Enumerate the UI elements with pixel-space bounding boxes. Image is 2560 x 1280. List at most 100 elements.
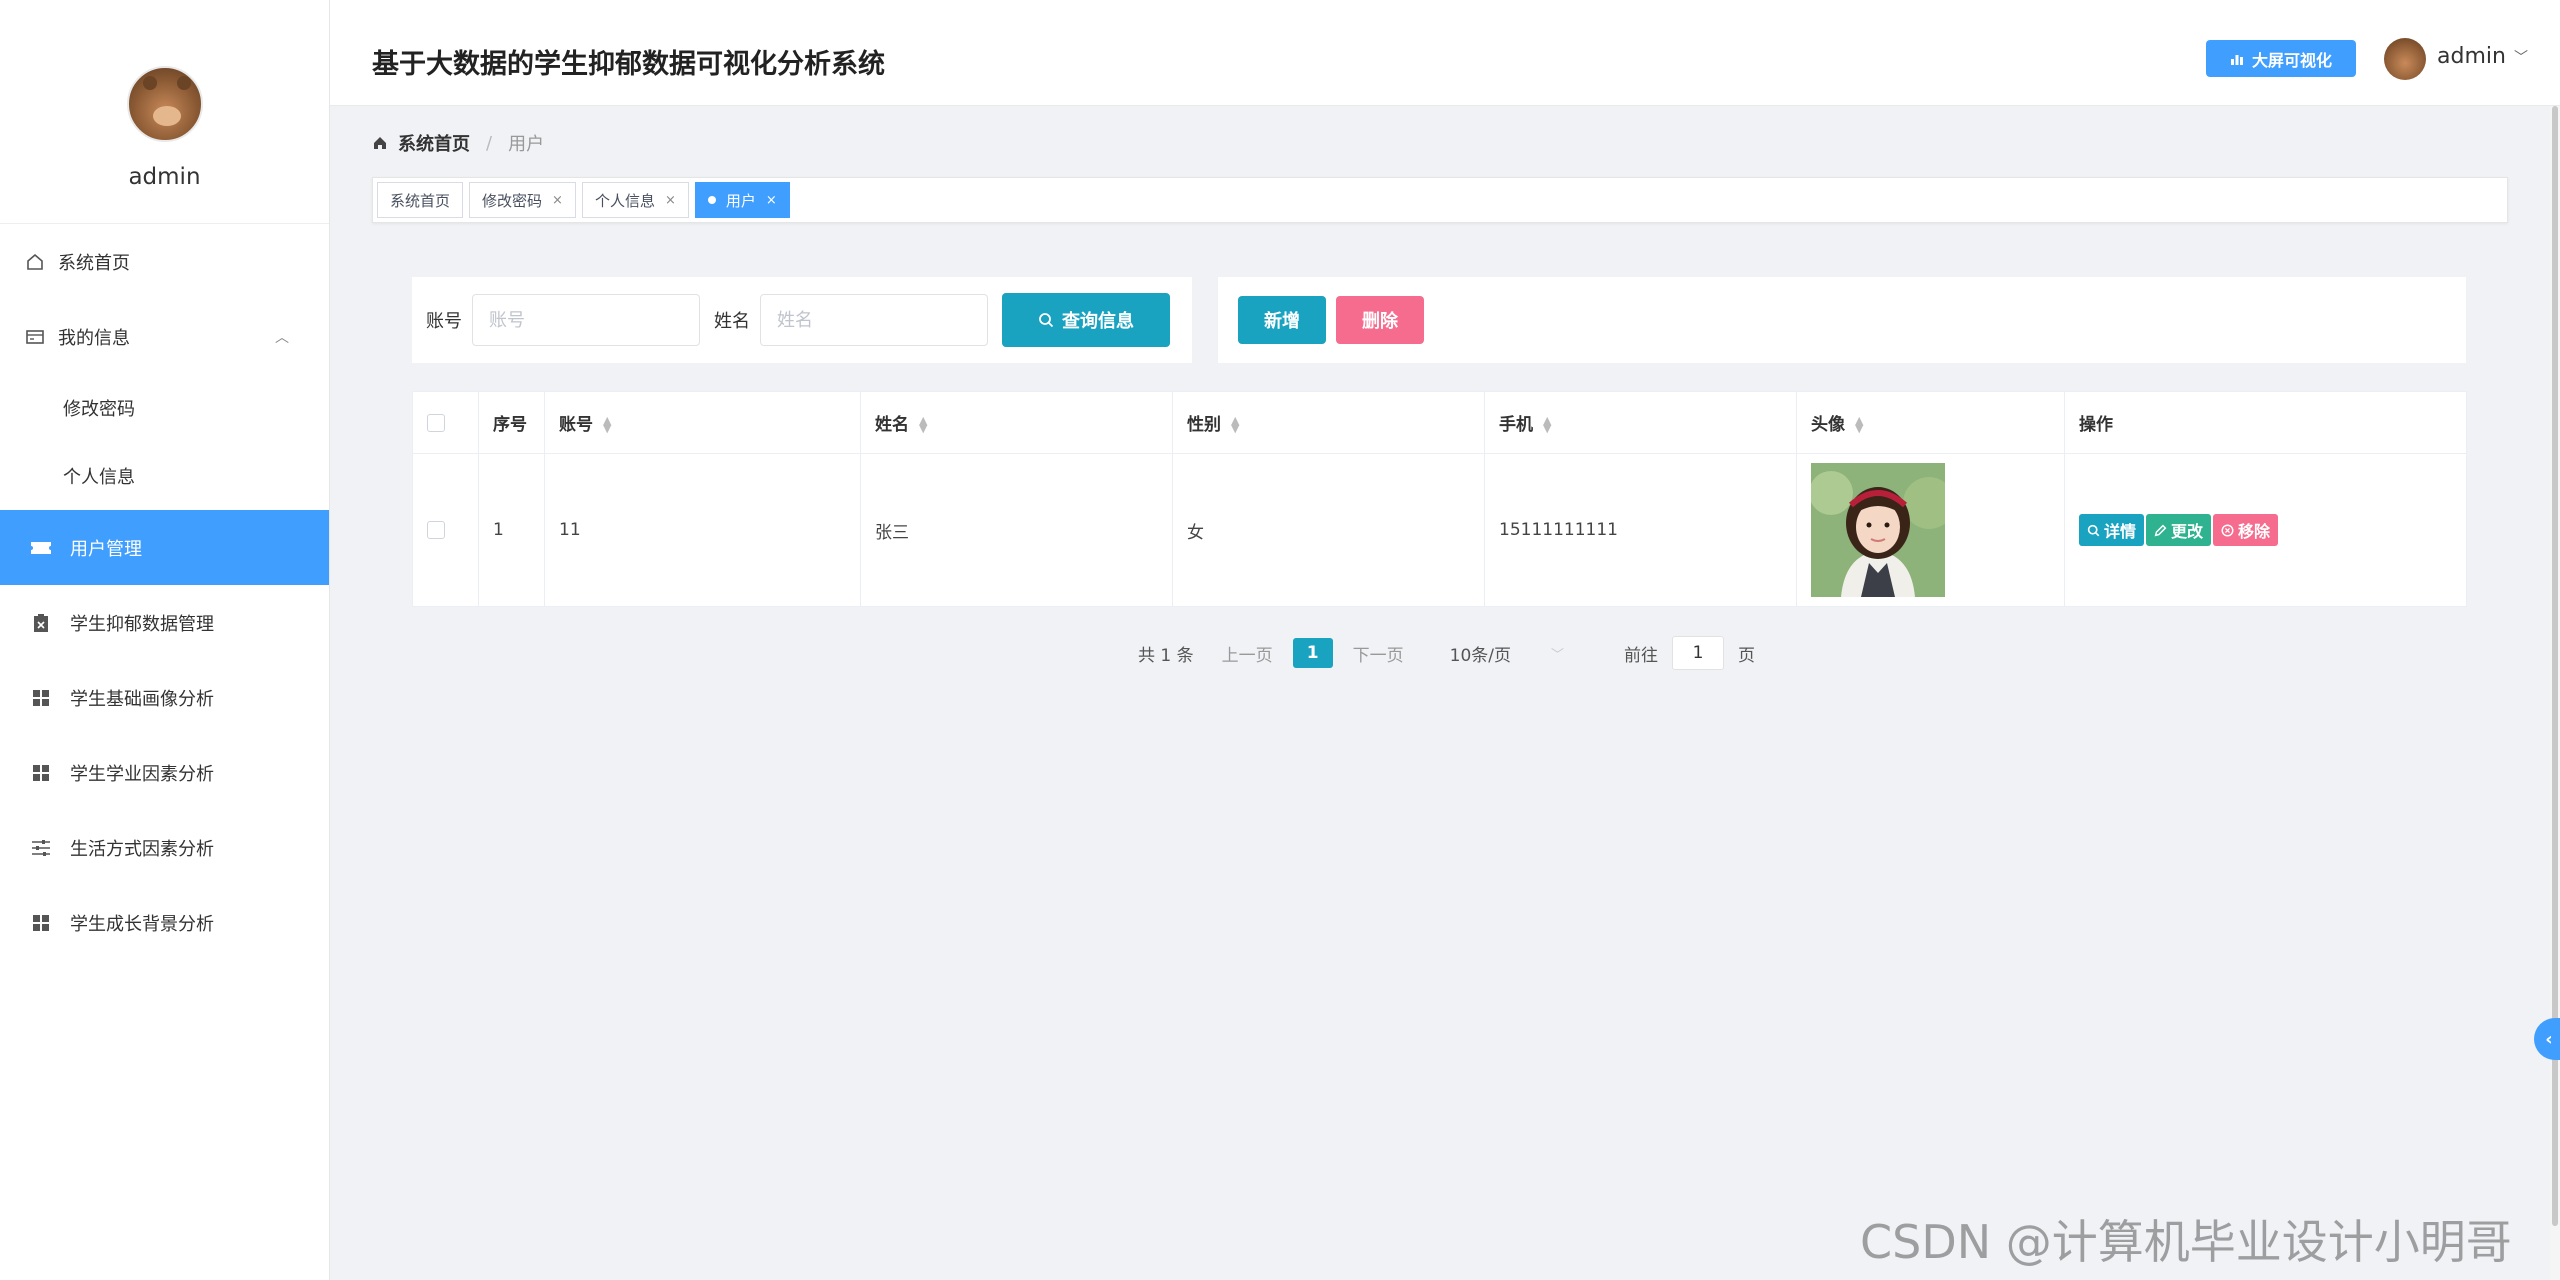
system-title: 基于大数据的学生抑郁数据可视化分析系统 bbox=[372, 49, 885, 80]
remove-label: 移除 bbox=[2238, 524, 2271, 541]
column-header-avatar[interactable]: 头像 ▲ ▼ bbox=[1796, 391, 2065, 454]
sidebar-user-panel: admin bbox=[0, 0, 329, 224]
table-row: 1 11 张三 女 15111111111 详情 更改 移除 bbox=[412, 453, 2467, 607]
breadcrumb-home[interactable]: 系统首页 bbox=[398, 130, 470, 156]
sidebar-subitem-personal-info[interactable]: 个人信息 bbox=[0, 442, 329, 510]
active-dot-icon bbox=[707, 196, 716, 204]
column-header-account[interactable]: 账号 ▲ ▼ bbox=[544, 391, 861, 454]
home-icon bbox=[374, 137, 386, 149]
close-icon[interactable]: × bbox=[665, 193, 676, 208]
sidebar-item-academic-factors[interactable]: 学生学业因素分析 bbox=[0, 735, 329, 810]
page-scrollbar[interactable] bbox=[2550, 106, 2560, 1280]
collapse-panel-tab[interactable]: ‹ bbox=[2534, 1018, 2560, 1060]
table-header-row: 序号 账号 ▲ ▼ 姓名 ▲ ▼ 性别 ▲ ▼ 手机 ▲ ▼ 头像 ▲ ▼ 操作 bbox=[412, 391, 2467, 454]
close-icon[interactable]: × bbox=[552, 193, 563, 208]
sidebar-subitem-change-password[interactable]: 修改密码 bbox=[0, 374, 329, 442]
goto-label: 前往 bbox=[1624, 645, 1658, 666]
sidebar-item-basic-profile[interactable]: 学生基础画像分析 bbox=[0, 660, 329, 735]
search-button[interactable]: 查询信息 bbox=[1002, 293, 1170, 347]
tag-change-password[interactable]: 修改密码 × bbox=[469, 182, 576, 218]
sort-icon[interactable]: ▲ ▼ bbox=[1543, 415, 1551, 434]
grid-icon bbox=[30, 762, 52, 784]
sort-icon[interactable]: ▲ ▼ bbox=[603, 415, 611, 434]
close-circle-icon bbox=[2221, 523, 2234, 537]
sidebar-username: admin bbox=[128, 164, 201, 190]
close-icon[interactable]: × bbox=[766, 193, 777, 208]
row-select[interactable] bbox=[412, 453, 479, 607]
column-header-gender[interactable]: 性别 ▲ ▼ bbox=[1172, 391, 1485, 454]
column-label: 头像 bbox=[1811, 415, 1845, 435]
name-input[interactable] bbox=[760, 294, 988, 346]
search-icon bbox=[2087, 524, 2100, 536]
column-label: 账号 bbox=[559, 415, 593, 435]
grid-icon bbox=[30, 912, 52, 934]
sidebar-item-growth-background[interactable]: 学生成长背景分析 bbox=[0, 885, 329, 960]
bigscreen-label: 大屏可视化 bbox=[2251, 52, 2332, 70]
tag-label: 系统首页 bbox=[390, 191, 451, 210]
column-header-phone[interactable]: 手机 ▲ ▼ bbox=[1484, 391, 1797, 454]
next-page-button[interactable]: 下一页 bbox=[1353, 641, 1404, 666]
sidebar-item-home[interactable]: 系统首页 bbox=[0, 224, 329, 299]
tags-view-bar: 系统首页 修改密码 × 个人信息 × 用户 × bbox=[372, 177, 2508, 223]
column-label: 手机 bbox=[1499, 415, 1533, 435]
column-label: 序号 bbox=[493, 415, 527, 435]
row-checkbox[interactable] bbox=[427, 521, 445, 539]
edit-button[interactable]: 更改 bbox=[2146, 514, 2212, 546]
sidebar-subitem-label: 个人信息 bbox=[63, 467, 135, 488]
goto-page-input[interactable] bbox=[1672, 636, 1724, 670]
column-label: 性别 bbox=[1187, 415, 1221, 435]
sort-icon[interactable]: ▲ ▼ bbox=[1855, 415, 1863, 434]
chevron-down-icon: ﹀ bbox=[1550, 647, 1564, 663]
column-header-name[interactable]: 姓名 ▲ ▼ bbox=[860, 391, 1173, 454]
sidebar-item-label: 学生学业因素分析 bbox=[70, 763, 214, 785]
prev-page-button[interactable]: 上一页 bbox=[1222, 641, 1273, 666]
column-header-index: 序号 bbox=[478, 391, 545, 454]
portrait-image bbox=[1811, 463, 1945, 597]
detail-label: 详情 bbox=[2104, 524, 2137, 541]
breadcrumb-separator: / bbox=[486, 132, 493, 154]
chevron-up-icon: ︿ bbox=[275, 329, 289, 346]
sidebar-item-label: 生活方式因素分析 bbox=[70, 838, 214, 860]
bigscreen-button[interactable]: 大屏可视化 bbox=[2206, 40, 2356, 77]
chevron-left-icon: ‹ bbox=[2545, 1028, 2553, 1050]
header-user-dropdown[interactable]: admin ﹀ bbox=[2437, 44, 2528, 69]
page-size-select[interactable]: 10条/页 ﹀ bbox=[1450, 641, 1564, 666]
account-input[interactable] bbox=[472, 294, 700, 346]
breadcrumb-current: 用户 bbox=[508, 134, 545, 155]
page-jumper: 前往 页 bbox=[1624, 636, 1755, 670]
sidebar-item-user-management[interactable]: 用户管理 bbox=[0, 510, 329, 585]
header-username: admin bbox=[2437, 44, 2506, 69]
grid-icon bbox=[30, 687, 52, 709]
tag-user[interactable]: 用户 × bbox=[694, 182, 790, 218]
tag-home[interactable]: 系统首页 bbox=[377, 182, 464, 218]
column-header-actions: 操作 bbox=[2064, 391, 2467, 454]
page-number-current[interactable]: 1 bbox=[1292, 638, 1333, 668]
user-photo[interactable] bbox=[1811, 463, 1945, 597]
detail-button[interactable]: 详情 bbox=[2079, 514, 2145, 546]
search-button-label: 查询信息 bbox=[1062, 311, 1134, 331]
page-suffix: 页 bbox=[1738, 645, 1755, 666]
add-button[interactable]: 新增 bbox=[1238, 296, 1326, 344]
cell-index: 1 bbox=[478, 453, 545, 607]
cell-phone: 15111111111 bbox=[1484, 453, 1797, 607]
tag-personal-info[interactable]: 个人信息 × bbox=[581, 182, 689, 218]
header-select-all[interactable] bbox=[412, 391, 479, 454]
select-all-checkbox[interactable] bbox=[427, 413, 445, 432]
remove-button[interactable]: 移除 bbox=[2213, 514, 2279, 546]
header-avatar[interactable] bbox=[2384, 38, 2426, 80]
sidebar-item-label: 学生抑郁数据管理 bbox=[70, 613, 214, 635]
search-panel: 账号 姓名 查询信息 bbox=[412, 277, 1192, 363]
sidebar-item-my-info[interactable]: 我的信息 ︿ bbox=[0, 299, 329, 374]
delete-button[interactable]: 删除 bbox=[1336, 296, 1424, 344]
sidebar-item-label: 系统首页 bbox=[58, 252, 130, 274]
sidebar: admin 系统首页 我的信息 ︿ 修改密码 个人信息 用户管理 学生抑郁数据管… bbox=[0, 0, 330, 1280]
cell-gender: 女 bbox=[1172, 453, 1485, 607]
sidebar-item-label: 我的信息 bbox=[58, 327, 130, 349]
sidebar-item-lifestyle-factors[interactable]: 生活方式因素分析 bbox=[0, 810, 329, 885]
sidebar-item-depression-data[interactable]: 学生抑郁数据管理 bbox=[0, 585, 329, 660]
profile-card-icon bbox=[24, 326, 46, 348]
sort-icon[interactable]: ▲ ▼ bbox=[1231, 415, 1239, 434]
sidebar-avatar bbox=[126, 66, 203, 142]
sort-icon[interactable]: ▲ ▼ bbox=[919, 415, 927, 434]
cell-account: 11 bbox=[544, 453, 861, 607]
